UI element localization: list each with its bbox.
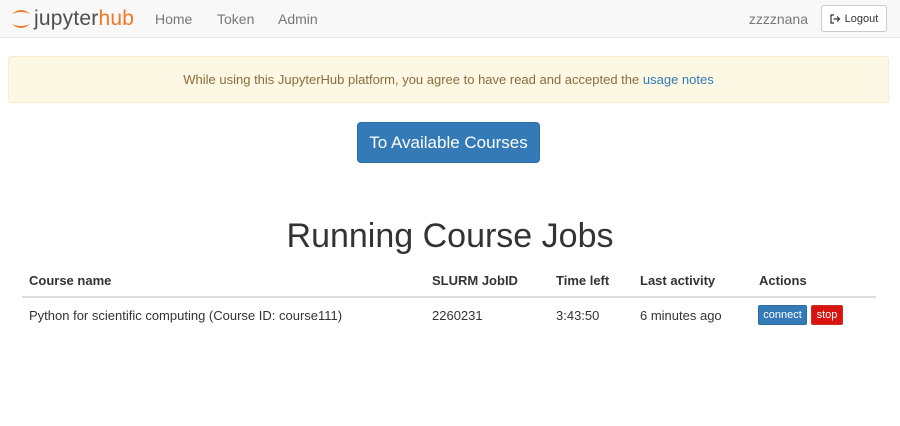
header-course-name: Course name xyxy=(29,273,112,288)
header-time-left: Time left xyxy=(556,273,610,288)
username: zzzznana xyxy=(748,11,808,27)
cell-time-left: 3:43:50 xyxy=(556,308,600,323)
available-courses-button[interactable]: To Available Courses xyxy=(357,122,540,163)
logout-button[interactable]: Logout xyxy=(821,5,887,32)
navbar: jupyterhub Home Token Admin zzzznana Log… xyxy=(0,0,900,38)
nav-link-token[interactable]: Token xyxy=(217,11,254,27)
alert-text: While using this JupyterHub platform, yo… xyxy=(183,72,643,87)
cell-course-name: Python for scientific computing (Course … xyxy=(29,308,343,323)
connect-button[interactable]: connect xyxy=(758,305,807,325)
table-header-divider xyxy=(22,296,876,298)
sign-out-icon xyxy=(830,13,841,24)
cell-last-activity: 6 minutes ago xyxy=(640,308,722,323)
logout-label: Logout xyxy=(844,12,879,25)
jupyter-logo-icon xyxy=(12,10,30,28)
usage-notes-link[interactable]: usage notes xyxy=(643,72,714,87)
nav-link-home[interactable]: Home xyxy=(155,11,192,27)
stop-button[interactable]: stop xyxy=(811,305,843,325)
header-slurm-jobid: SLURM JobID xyxy=(432,273,518,288)
section-title: Running Course Jobs xyxy=(286,217,614,255)
jupyterhub-logo[interactable]: jupyterhub xyxy=(10,6,134,32)
usage-alert: While using this JupyterHub platform, yo… xyxy=(8,56,889,103)
header-last-activity: Last activity xyxy=(640,273,716,288)
nav-link-admin[interactable]: Admin xyxy=(278,11,318,27)
header-actions: Actions xyxy=(759,273,807,288)
cell-job-id: 2260231 xyxy=(432,308,483,323)
logo-text: jupyterhub xyxy=(34,7,135,30)
